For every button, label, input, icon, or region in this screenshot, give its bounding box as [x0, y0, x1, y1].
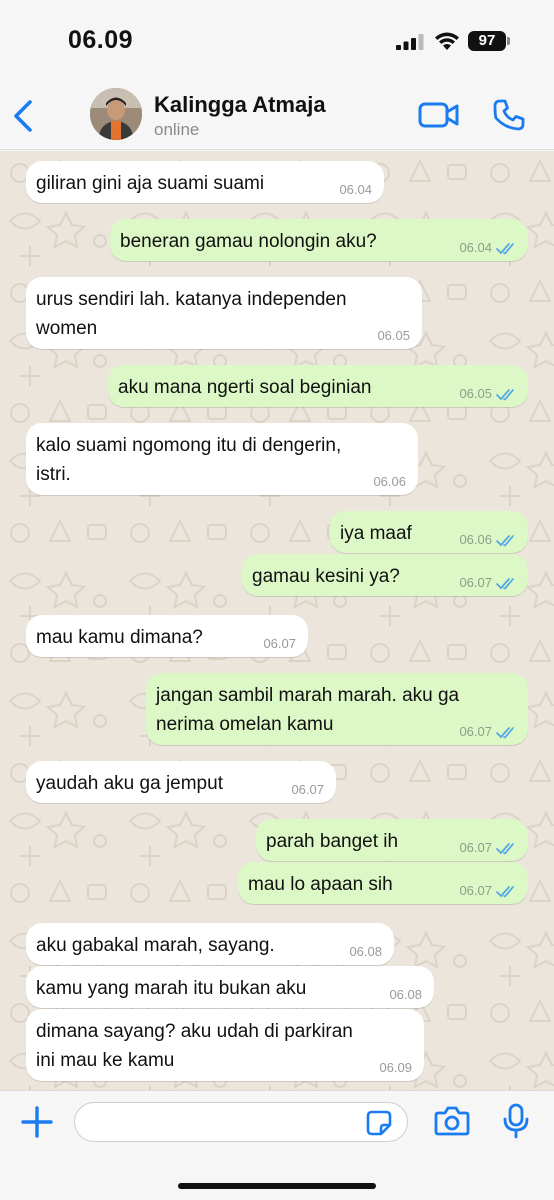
double-check-icon — [496, 727, 514, 739]
message-line: iya maaf — [340, 523, 412, 544]
message-text: giliran gini aja suami suami — [36, 169, 264, 198]
message-text: urus sendiri lah. katanya independen wome… — [36, 285, 347, 343]
home-indicator — [178, 1183, 376, 1189]
message-line: parah banget ih — [266, 831, 399, 852]
incoming-message[interactable]: kamu yang marah itu bukan aku 06.08 — [26, 966, 434, 1008]
incoming-message[interactable]: urus sendiri lah. katanya independen wome… — [26, 277, 422, 349]
message-line: ini mau ke kamu — [36, 1050, 175, 1071]
contact-status: online — [154, 120, 200, 139]
message-line: nerima omelan kamu — [156, 714, 334, 735]
chat-header: Kalingga Atmaja online — [0, 80, 554, 150]
message-line: kalo suami ngomong itu di dengerin, — [36, 435, 342, 456]
message-time: 06.07 — [459, 575, 492, 590]
message-line: istri. — [36, 464, 71, 485]
contact-name[interactable]: Kalingga Atmaja — [154, 92, 326, 118]
message-text: beneran gamau nolongin aku? — [120, 227, 377, 256]
battery-nub — [507, 37, 510, 45]
message-text: kalo suami ngomong itu di dengerin, istri… — [36, 431, 341, 489]
message-time: 06.07 — [459, 840, 492, 855]
message-text: aku gabakal marah, sayang. — [36, 931, 275, 960]
plus-icon[interactable] — [20, 1105, 54, 1139]
message-line: kamu yang marah itu bukan aku — [36, 978, 307, 999]
message-time: 06.07 — [459, 883, 492, 898]
input-bar — [0, 1090, 554, 1200]
message-line: yaudah aku ga jemput — [36, 773, 223, 794]
message-time: 06.05 — [377, 328, 410, 343]
message-time: 06.06 — [373, 474, 406, 489]
message-time: 06.06 — [459, 532, 492, 547]
message-text: parah banget ih — [266, 827, 398, 856]
outgoing-message[interactable]: aku mana ngerti soal beginian 06.05 — [108, 365, 528, 407]
message-line: giliran gini aja suami suami — [36, 173, 265, 194]
microphone-icon[interactable] — [502, 1103, 530, 1139]
message-line: gamau kesini ya? — [252, 566, 400, 587]
outgoing-message[interactable]: beneran gamau nolongin aku? 06.04 — [110, 219, 528, 261]
incoming-message[interactable]: aku gabakal marah, sayang. 06.08 — [26, 923, 394, 965]
avatar[interactable] — [90, 88, 142, 140]
chat-area[interactable]: giliran gini aja suami suami 06.04 beneran… — [0, 151, 554, 1090]
cellular-signal-icon — [396, 34, 424, 50]
message-line: dimana sayang? aku udah di parkiran — [36, 1021, 353, 1042]
battery-indicator: 97 — [468, 31, 506, 51]
message-text: mau kamu dimana? — [36, 623, 203, 652]
message-line: beneran gamau nolongin aku? — [120, 231, 377, 252]
message-line: aku gabakal marah, sayang. — [36, 935, 275, 956]
outgoing-message[interactable]: gamau kesini ya? 06.07 — [242, 554, 528, 596]
message-time: 06.07 — [291, 782, 324, 797]
camera-icon[interactable] — [434, 1105, 470, 1137]
incoming-message[interactable]: mau kamu dimana? 06.07 — [26, 615, 308, 657]
message-line: mau kamu dimana? — [36, 627, 203, 648]
incoming-message[interactable]: dimana sayang? aku udah di parkiran ini m… — [26, 1009, 424, 1081]
message-time: 06.07 — [459, 724, 492, 739]
double-check-icon — [496, 886, 514, 898]
outgoing-message[interactable]: parah banget ih 06.07 — [256, 819, 528, 861]
double-check-icon — [496, 389, 514, 401]
message-text: gamau kesini ya? — [252, 562, 400, 591]
message-time: 06.04 — [339, 182, 372, 197]
message-time: 06.05 — [459, 386, 492, 401]
double-check-icon — [496, 843, 514, 855]
chevron-left-icon[interactable] — [8, 96, 40, 136]
incoming-message[interactable]: kalo suami ngomong itu di dengerin, istri… — [26, 423, 418, 495]
incoming-message[interactable]: giliran gini aja suami suami 06.04 — [26, 161, 384, 203]
incoming-message[interactable]: yaudah aku ga jemput 06.07 — [26, 761, 336, 803]
message-line: jangan sambil marah marah. aku ga — [156, 685, 460, 706]
wifi-icon — [435, 32, 459, 50]
double-check-icon — [496, 535, 514, 547]
message-text: iya maaf — [340, 519, 412, 548]
video-camera-icon[interactable] — [418, 100, 460, 130]
message-line: women — [36, 318, 98, 339]
message-text: yaudah aku ga jemput — [36, 769, 223, 798]
status-time: 06.09 — [68, 26, 134, 54]
message-time: 06.08 — [389, 987, 422, 1002]
message-line: aku mana ngerti soal beginian — [118, 377, 372, 398]
status-bar: 06.09 97 — [0, 0, 554, 80]
phone-icon[interactable] — [492, 98, 526, 132]
message-text: jangan sambil marah marah. aku ga nerima … — [156, 681, 459, 739]
outgoing-message[interactable]: mau lo apaan sih 06.07 — [238, 862, 528, 904]
outgoing-message[interactable]: iya maaf 06.06 — [330, 511, 528, 553]
message-time: 06.09 — [379, 1060, 412, 1075]
double-check-icon — [496, 243, 514, 255]
message-text: kamu yang marah itu bukan aku — [36, 974, 306, 1003]
message-time: 06.04 — [459, 240, 492, 255]
message-input[interactable] — [74, 1102, 408, 1142]
message-text: aku mana ngerti soal beginian — [118, 373, 372, 402]
message-text: dimana sayang? aku udah di parkiran ini m… — [36, 1017, 353, 1075]
double-check-icon — [496, 578, 514, 590]
message-text: mau lo apaan sih — [248, 870, 393, 899]
message-line: mau lo apaan sih — [248, 874, 393, 895]
sticker-icon[interactable] — [366, 1110, 392, 1136]
outgoing-message[interactable]: jangan sambil marah marah. aku ga nerima … — [146, 673, 528, 745]
message-line: urus sendiri lah. katanya independen — [36, 289, 347, 310]
message-time: 06.07 — [263, 636, 296, 651]
message-time: 06.08 — [349, 944, 382, 959]
